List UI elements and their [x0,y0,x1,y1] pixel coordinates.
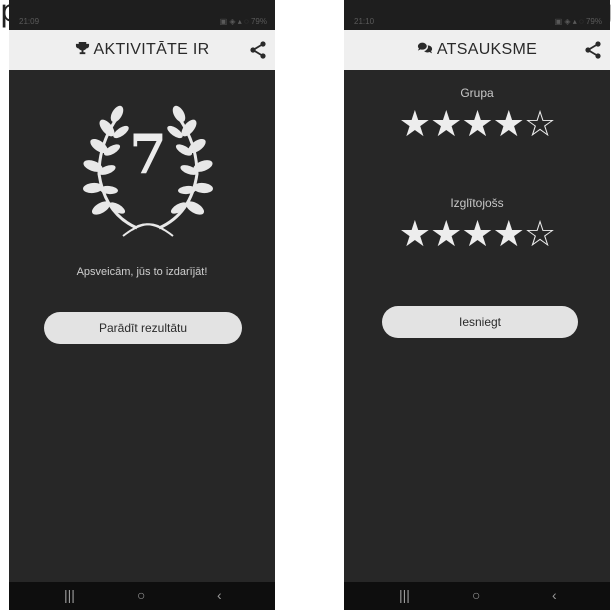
phone-screen-activity-complete: 21:09 ▣ ◈ ▴ ◌ 79% AKTIVITĀTE IR 7 Apsvei… [9,0,275,610]
star-empty-icon[interactable]: ☆ [524,214,556,255]
star-filled-icon[interactable]: ★ [399,214,431,255]
score-number: 7 [129,122,167,186]
app-top-bar: AKTIVITĀTE IR [9,30,275,70]
share-icon[interactable] [582,39,604,61]
star-filled-icon[interactable]: ★ [493,104,525,145]
activity-complete-content: 7 Apsveicām, jūs to izdarījāt! Parādīt r… [9,70,275,582]
submit-button[interactable]: Iesniegt [382,306,578,338]
status-icons: ▣ ◈ ▴ ◌ 79% [219,17,267,26]
status-icons: ▣ ◈ ▴ ◌ 79% [554,17,602,26]
star-filled-icon[interactable]: ★ [461,214,493,255]
status-bar: 21:09 ▣ ◈ ▴ ◌ 79% [9,14,275,30]
app-top-bar: ATSAUKSME [344,30,610,70]
status-time: 21:09 [19,17,40,26]
back-button[interactable]: ‹ [217,587,222,603]
status-bar: 21:10 ▣ ◈ ▴ ◌ 79% [344,14,610,30]
rating-label-group: Grupa [460,86,494,100]
android-nav-bar: ||| ○ ‹ [9,582,275,610]
star-filled-icon[interactable]: ★ [399,104,431,145]
home-button[interactable]: ○ [137,587,145,603]
share-icon[interactable] [247,39,269,61]
show-results-button[interactable]: Parādīt rezultātu [44,312,242,344]
star-filled-icon[interactable]: ★ [493,214,525,255]
star-filled-icon[interactable]: ★ [461,104,493,145]
rating-stars-group[interactable]: ★★★★☆ [344,104,610,145]
status-time: 21:10 [354,17,375,26]
recents-button[interactable]: ||| [64,587,75,603]
rating-stars-educational[interactable]: ★★★★☆ [344,214,610,255]
chat-bubbles-icon [417,41,433,59]
congrats-message: Apsveicām, jūs to izdarījāt! [76,266,208,278]
trophy-icon [75,41,90,60]
star-filled-icon[interactable]: ★ [430,214,462,255]
page-title: ATSAUKSME [436,41,538,58]
home-button[interactable]: ○ [472,587,480,603]
star-filled-icon[interactable]: ★ [430,104,462,145]
star-empty-icon[interactable]: ☆ [524,104,556,145]
page-title: AKTIVITĀTE IR [93,41,210,58]
feedback-content: Grupa ★★★★☆ Izglītojošs ★★★★☆ Iesniegt [344,70,610,582]
back-button[interactable]: ‹ [552,587,557,603]
recents-button[interactable]: ||| [399,587,410,603]
phone-screen-feedback: 21:10 ▣ ◈ ▴ ◌ 79% ATSAUKSME Grupa ★★★★☆ … [344,0,610,610]
rating-label-educational: Izglītojošs [450,196,504,210]
android-nav-bar: ||| ○ ‹ [344,582,610,610]
